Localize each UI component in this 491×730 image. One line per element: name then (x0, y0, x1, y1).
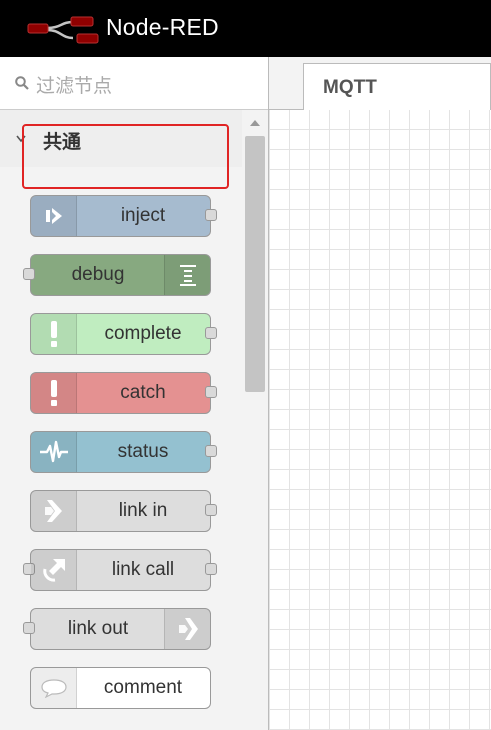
palette-node-complete[interactable]: complete (30, 313, 217, 355)
node-label: catch (120, 382, 166, 403)
app-title: Node-RED (106, 14, 219, 40)
output-port (205, 327, 217, 339)
header-bar: Node-RED (0, 0, 491, 57)
link-in-icon (31, 491, 77, 531)
exclamation-icon (31, 314, 77, 354)
tab-label: MQTT (323, 77, 377, 98)
link-call-icon (31, 550, 77, 590)
node-label: debug (71, 264, 125, 285)
palette-node-debug[interactable]: debug (23, 254, 211, 296)
search-icon (15, 76, 29, 90)
node-red-logo-icon (27, 16, 99, 44)
node-label: link out (67, 618, 129, 639)
tab-mqtt[interactable]: MQTT (303, 63, 491, 110)
output-port (205, 445, 217, 457)
palette-scrollbar[interactable] (242, 110, 268, 730)
filter-nodes-input[interactable]: 过滤节点 (36, 71, 112, 98)
palette-node-comment[interactable]: comment (30, 667, 211, 709)
exclamation-icon (31, 373, 77, 413)
node-label: link call (111, 559, 175, 580)
node-label: comment (103, 677, 183, 698)
palette-node-inject[interactable]: inject (30, 195, 217, 237)
node-label: status (117, 441, 169, 462)
output-port (205, 504, 217, 516)
scroll-up-arrow-icon[interactable] (250, 120, 260, 126)
palette-node-link-call[interactable]: link call (23, 549, 217, 591)
flow-canvas[interactable] (269, 110, 491, 730)
workspace-tab-bar: MQTT (269, 57, 491, 110)
debug-list-icon (164, 255, 210, 295)
output-port (205, 386, 217, 398)
palette-node-status[interactable]: status (30, 431, 217, 473)
pulse-wave-icon (31, 432, 77, 472)
inject-arrow-icon (31, 196, 77, 236)
node-label: inject (120, 205, 166, 226)
palette-filter[interactable]: 过滤节点 (0, 57, 268, 110)
scrollbar-thumb[interactable] (245, 136, 265, 392)
palette-node-link-out[interactable]: link out (23, 608, 211, 650)
palette-node-catch[interactable]: catch (30, 372, 217, 414)
output-port (205, 563, 217, 575)
node-label: complete (104, 323, 182, 344)
output-port (205, 209, 217, 221)
palette-node-link-in[interactable]: link in (30, 490, 217, 532)
link-out-icon (164, 609, 210, 649)
selection-highlight (22, 124, 229, 189)
node-label: link in (118, 500, 168, 521)
speech-bubble-icon (31, 668, 77, 708)
